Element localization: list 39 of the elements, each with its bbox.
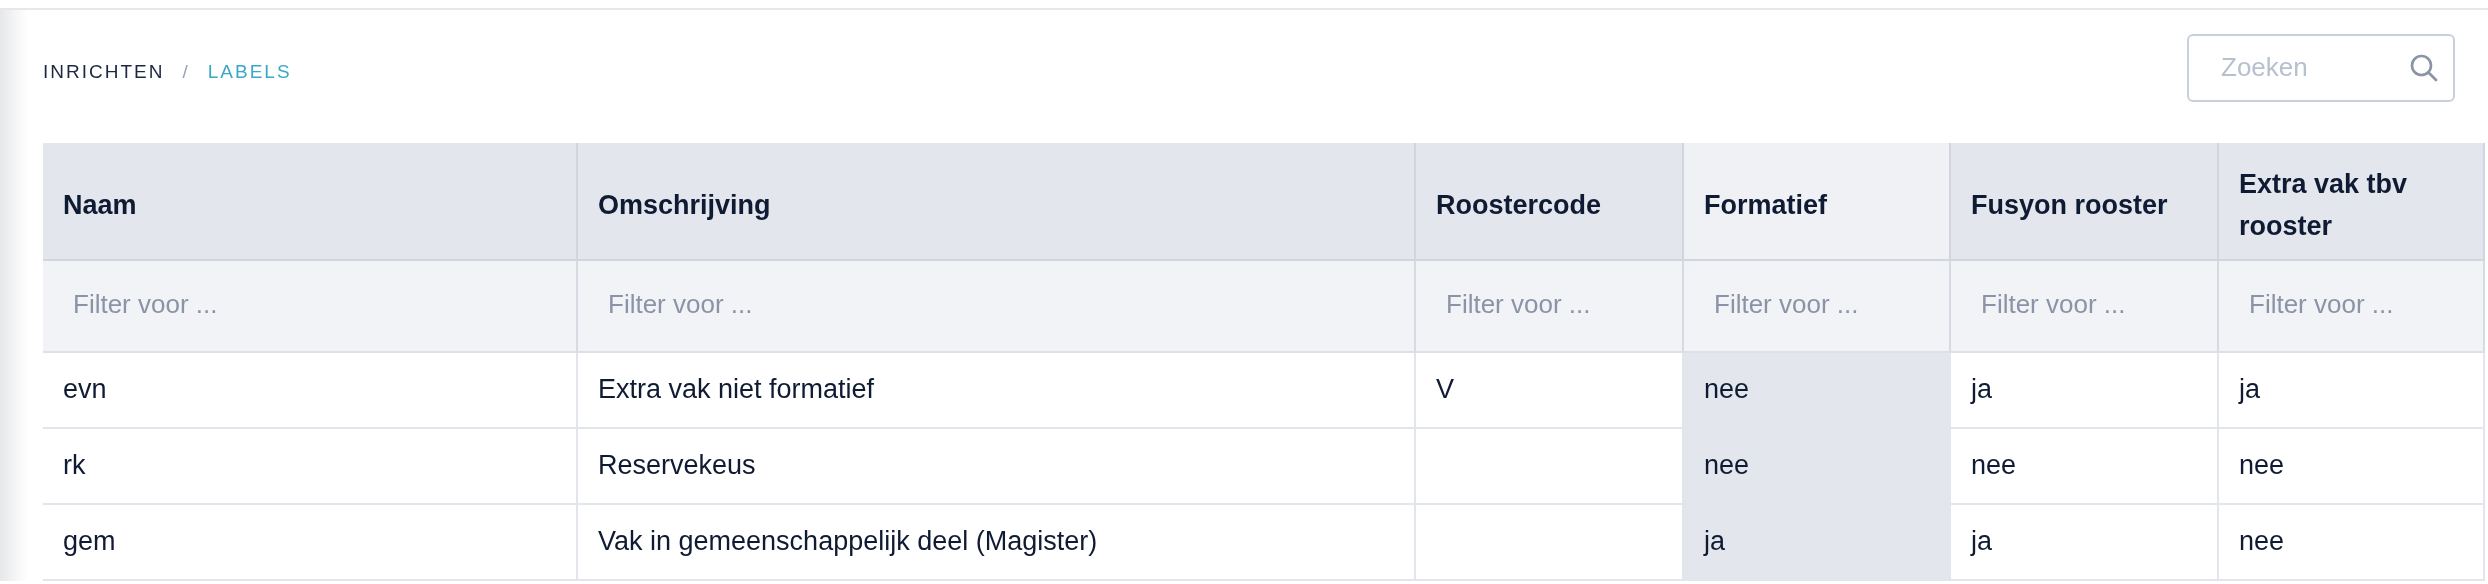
breadcrumb-link[interactable]: INRICHTEN	[43, 60, 165, 83]
filter-field[interactable]: Filter voor ...	[1683, 260, 1950, 352]
filter-field[interactable]: Filter voor ...	[43, 260, 577, 352]
table-cell: nee	[2239, 525, 2285, 556]
column-header[interactable]: Extra vak tbv rooster	[2218, 143, 2484, 260]
table-cell: nee	[1704, 449, 1750, 480]
breadcrumb-separator: /	[182, 60, 190, 83]
search-icon	[2409, 52, 2439, 83]
filter-field[interactable]: Filter voor ...	[577, 260, 1415, 352]
search-input[interactable]: Zoeken	[2219, 51, 2409, 84]
table-cell: V	[1436, 373, 1454, 404]
table-cell: gem	[63, 525, 116, 556]
filter-field[interactable]: Filter voor ...	[1415, 260, 1683, 352]
filter-input[interactable]: Filter voor ...	[2239, 288, 2463, 320]
column-header[interactable]: Roostercode	[1415, 143, 1683, 260]
column-header[interactable]: Formatief	[1683, 143, 1950, 260]
filter-input[interactable]: Filter voor ...	[1704, 288, 1929, 320]
table-cell: ja	[1971, 525, 1992, 556]
table-cell: nee	[1971, 449, 2017, 480]
table-cell: ja	[2239, 373, 2260, 404]
table-cell: ja	[1971, 373, 1992, 404]
table-cell: evn	[63, 373, 107, 404]
filter-input[interactable]: Filter voor ...	[1971, 288, 2197, 320]
filter-input[interactable]: Filter voor ...	[598, 288, 1394, 320]
table-cell: ja	[1704, 525, 1725, 556]
table-cell: nee	[2239, 449, 2285, 480]
column-header[interactable]: Omschrijving	[577, 143, 1415, 260]
table-cell: Extra vak niet formatief	[598, 373, 875, 404]
column-header[interactable]: Naam	[43, 143, 577, 260]
filter-input[interactable]: Filter voor ...	[63, 288, 556, 320]
table-cell: rk	[63, 449, 86, 480]
filter-field[interactable]: Filter voor ...	[2218, 260, 2484, 352]
table-cell: Reservekeus	[598, 449, 756, 480]
column-header[interactable]: Fusyon rooster	[1950, 143, 2218, 260]
table-cell: nee	[1704, 373, 1750, 404]
search-field[interactable]: Zoeken	[2187, 33, 2455, 102]
table-cell: Vak in gemeenschappelijk deel (Magister)	[598, 525, 1098, 556]
filter-field[interactable]: Filter voor ...	[1950, 260, 2218, 352]
filter-input[interactable]: Filter voor ...	[1436, 288, 1662, 320]
